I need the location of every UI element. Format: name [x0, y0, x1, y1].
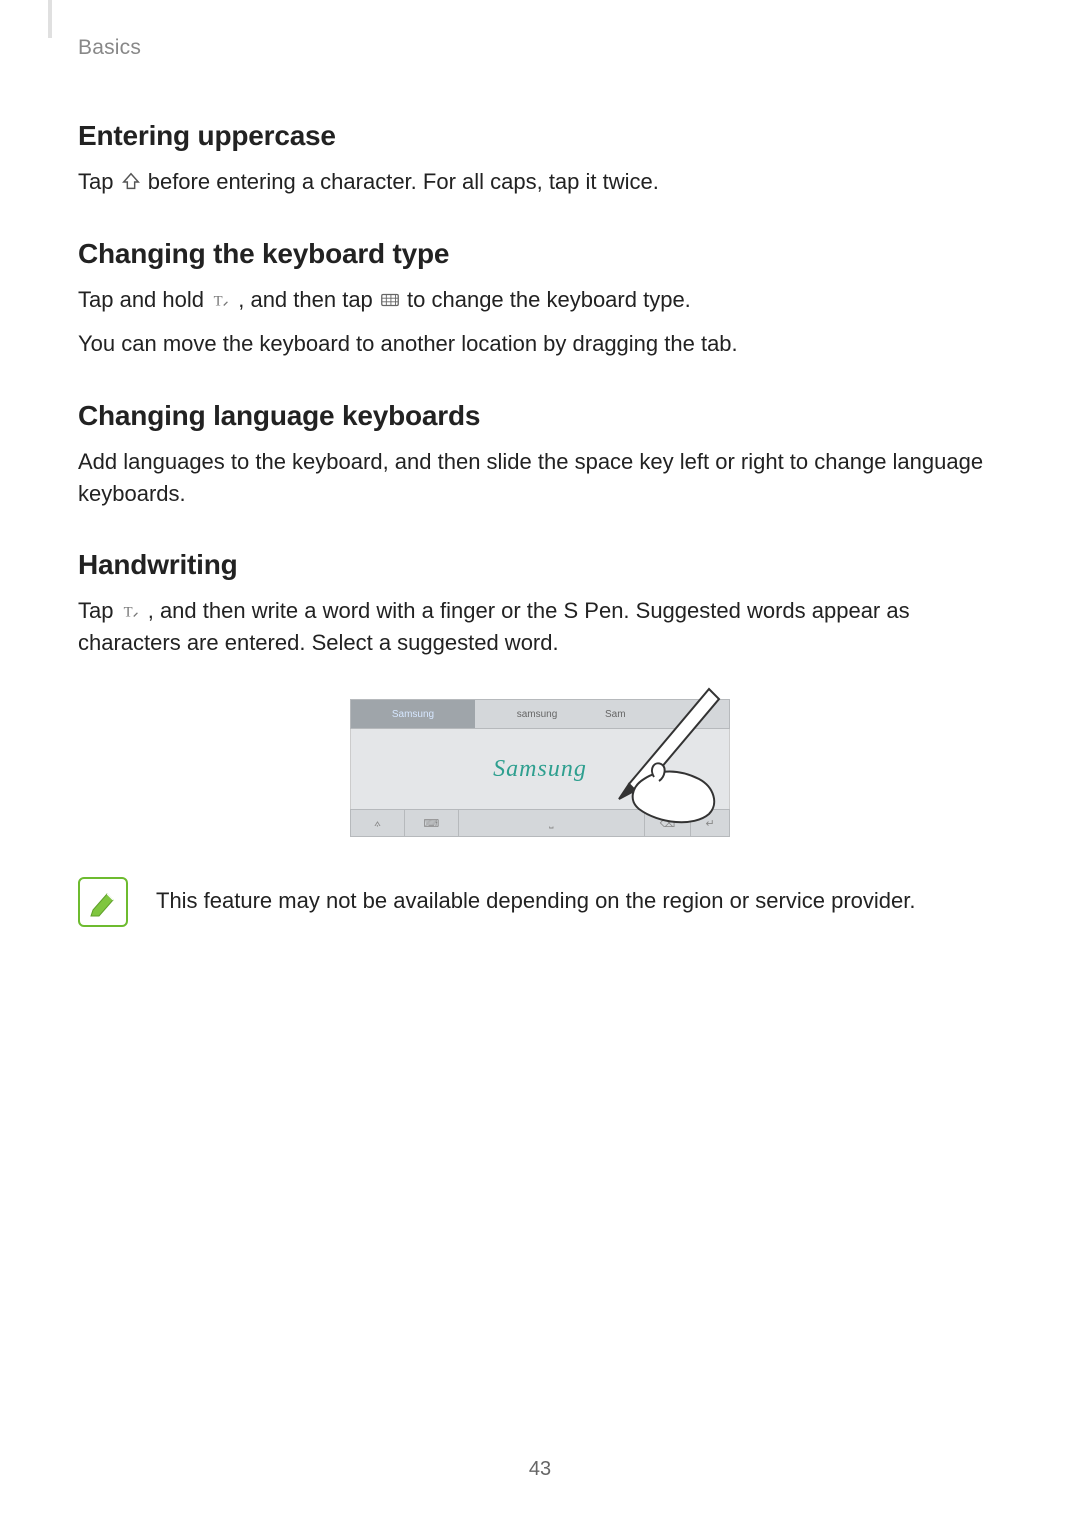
text: , and then write a word with a finger or… — [78, 598, 910, 655]
text: , and then tap — [238, 287, 379, 312]
svg-text:T: T — [123, 605, 132, 621]
heading-lang: Changing language keyboards — [78, 400, 1002, 432]
para-uppercase: Tap before entering a character. For all… — [78, 166, 1002, 198]
note-row: This feature may not be available depend… — [78, 877, 1002, 927]
text: to change the keyboard type. — [407, 287, 691, 312]
text: Tap — [78, 598, 120, 623]
heading-kbtype: Changing the keyboard type — [78, 238, 1002, 270]
page-number: 43 — [0, 1458, 1080, 1481]
para-kbtype-1: Tap and hold T , and then tap to change … — [78, 284, 1002, 316]
handwriting-t-icon: T — [210, 288, 232, 310]
suggestion-1: Samsung — [351, 700, 475, 728]
heading-uppercase: Entering uppercase — [78, 120, 1002, 152]
para-kbtype-2: You can move the keyboard to another loc… — [78, 328, 1002, 360]
handwriting-figure: Samsung samsung Sam Samsung ⟑ ⌨ — [78, 699, 1002, 837]
keyboard-layout-icon — [379, 288, 401, 310]
shift-key-icon — [120, 170, 142, 192]
key-kb: ⌨ — [405, 810, 459, 836]
text: before entering a character. For all cap… — [148, 169, 659, 194]
pen-hand-icon — [559, 669, 739, 829]
handwriting-t-icon: T — [120, 599, 142, 621]
svg-text:T: T — [214, 293, 223, 309]
para-handwriting: Tap T , and then write a word with a fin… — [78, 595, 1002, 659]
text: Tap — [78, 169, 120, 194]
handwriting-area: Samsung — [350, 729, 730, 809]
heading-handwriting: Handwriting — [78, 549, 1002, 581]
note-icon — [78, 877, 128, 927]
note-text: This feature may not be available depend… — [156, 877, 915, 917]
key-mode: ⟑ — [351, 810, 405, 836]
para-lang: Add languages to the keyboard, and then … — [78, 446, 1002, 510]
text: Tap and hold — [78, 287, 210, 312]
breadcrumb: Basics — [78, 36, 1002, 60]
